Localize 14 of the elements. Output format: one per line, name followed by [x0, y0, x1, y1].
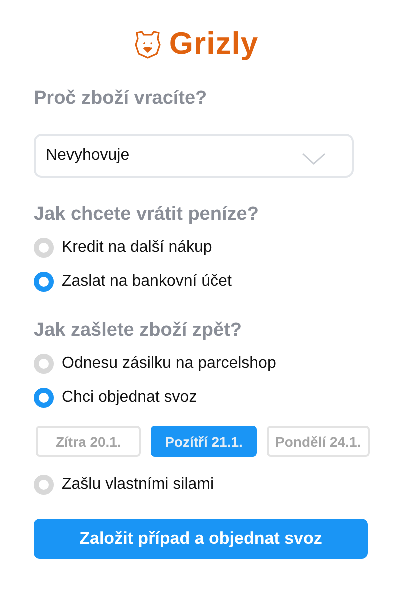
section-heading: Proč zboží vracíte?	[34, 88, 208, 110]
radio-label[interactable]: Chci objednat svoz	[62, 389, 198, 407]
radio-label[interactable]: Zaslat na bankovní účet	[62, 273, 232, 291]
logo-text: Grizly	[169, 26, 259, 62]
radio-label[interactable]: Odnesu zásilku na parcelshop	[62, 355, 276, 373]
radio-button[interactable]	[34, 388, 54, 408]
section-heading: Jak zašlete zboží zpět?	[34, 320, 244, 342]
bear-icon	[133, 29, 164, 59]
radio-label[interactable]: Kredit na další nákup	[62, 239, 212, 257]
radio-label[interactable]: Zašlu vlastními silami	[62, 476, 214, 494]
section-heading: Jak chcete vrátit peníze?	[34, 204, 260, 226]
radio-button[interactable]	[34, 272, 54, 292]
chevron-down-icon	[302, 153, 326, 165]
reason-dropdown[interactable]: Nevyhovuje	[34, 134, 354, 178]
